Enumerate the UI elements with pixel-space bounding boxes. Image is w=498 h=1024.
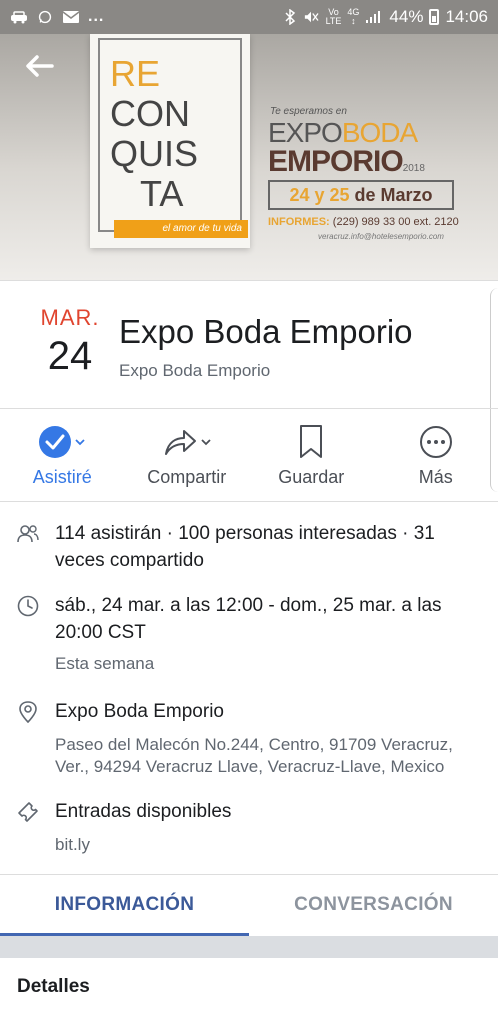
date-day: 24 [47,334,93,378]
attendance-text: 114 asistirán · 100 personas interesadas… [55,523,435,571]
event-header: MAR. 24 Expo Boda Emporio Expo Boda Empo… [0,280,498,408]
email-icon [62,11,80,23]
network-type-indicator: 4G ↕ [347,7,360,26]
tab-conversacion[interactable]: CONVERSACIÓN [249,875,498,936]
save-label: Guardar [278,467,345,487]
event-title: Expo Boda Emporio [119,313,413,350]
going-button[interactable]: Asistiré [0,409,125,501]
battery-icon [429,9,440,25]
whatsapp-icon [38,10,52,24]
cover-informes: INFORMES: (229) 989 33 00 ext. 2120 [268,216,459,228]
share-button[interactable]: Compartir [125,409,250,501]
tickets-link[interactable]: bit.ly [55,834,478,856]
save-button[interactable]: Guardar [249,409,374,501]
datetime-text: sáb., 24 mar. a las 12:00 - dom., 25 mar… [55,595,442,643]
back-arrow-icon[interactable] [24,54,56,78]
ticket-icon [18,802,38,822]
cover-brand-line1: EXPOBODA [268,117,418,148]
more-dots-icon [419,426,452,458]
chevron-down-icon [201,439,211,446]
bluetooth-icon [285,9,295,25]
section-title: Detalles [17,976,90,997]
cover-email: veracruz.info@hotelesemporio.com [318,232,444,241]
more-button[interactable]: Más [374,409,498,501]
signal-icon [366,11,381,23]
battery-percent: 44% [389,7,424,26]
cover-card: RE CON QUIS TA el amor de tu vida [90,34,250,248]
event-host-link[interactable]: Expo Boda Emporio [119,361,270,381]
clock: 14:06 [445,7,488,26]
date-month: MAR. [40,305,100,330]
clock-icon [17,595,39,617]
action-bar: Asistiré Compartir Guardar Más [0,408,498,502]
location-pin-icon [19,701,37,724]
location-name: Expo Boda Emporio [55,701,224,722]
location-address: Paseo del Malecón No.244, Centro, 91709 … [55,735,453,776]
going-label: Asistiré [32,467,92,487]
status-bar: ... Vo LTE 4G ↕ 44% 14:06 [0,0,498,34]
more-notifications: ... [88,8,105,25]
cover-dates: 24 y 25 de Marzo [268,180,454,210]
chevron-down-icon [75,439,85,446]
car-icon [11,11,27,24]
share-icon [164,430,196,455]
section-divider [0,936,498,958]
cover-tagline: el amor de tu vida [114,220,248,238]
share-label: Compartir [147,467,227,487]
people-icon [17,525,39,543]
cover-intro: Te esperamos en [270,106,347,117]
datetime-subtext: Esta semana [55,654,155,673]
more-label: Más [418,467,453,487]
reconquista-text: RE CON QUIS TA [110,53,199,214]
volte-indicator: Vo LTE [325,7,342,26]
tab-informacion[interactable]: INFORMACIÓN [0,875,249,936]
mute-icon [304,11,319,23]
tickets-text: Entradas disponibles [55,801,232,822]
date-badge: MAR. 24 [30,305,110,381]
check-circle-icon [39,426,72,458]
event-tabs: INFORMACIÓN CONVERSACIÓN [0,874,498,936]
bookmark-icon [300,425,323,458]
event-cover-image[interactable]: RE CON QUIS TA el amor de tu vida Te esp… [0,34,498,280]
